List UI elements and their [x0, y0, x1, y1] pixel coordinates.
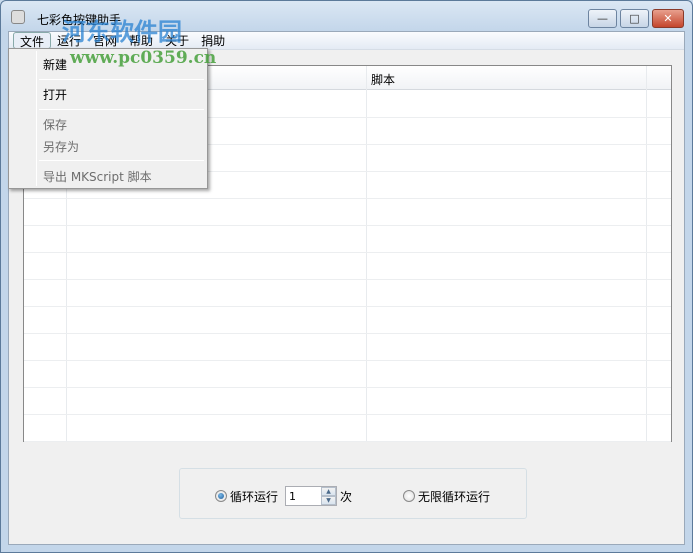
- table-row-divider: [24, 306, 671, 307]
- window-title: 七彩色按键助手: [37, 13, 122, 27]
- loop-count-stepper[interactable]: ▲ ▼: [285, 486, 337, 506]
- maximize-button[interactable]: □: [620, 9, 649, 28]
- menu-website[interactable]: 官网: [87, 32, 123, 49]
- menu-item-save-as[interactable]: 另存为: [43, 138, 79, 155]
- menu-about[interactable]: 关于: [159, 32, 195, 49]
- table-row-divider: [24, 333, 671, 334]
- spin-up-icon[interactable]: ▲: [321, 487, 336, 496]
- menu-run[interactable]: 运行: [51, 32, 87, 49]
- table-row-divider: [24, 387, 671, 388]
- table-row-divider: [24, 414, 671, 415]
- menu-item-open[interactable]: 打开: [43, 86, 67, 103]
- menu-file[interactable]: 文件: [13, 32, 52, 49]
- table-row-divider: [24, 279, 671, 280]
- column-header-script[interactable]: 脚本: [371, 71, 395, 88]
- table-row-divider: [24, 360, 671, 361]
- menu-help[interactable]: 帮助: [123, 32, 159, 49]
- file-menu-dropdown: 新建 打开 保存 另存为 导出 MKScript 脚本: [8, 48, 208, 189]
- table-row-divider: [24, 225, 671, 226]
- loop-radio[interactable]: [215, 490, 227, 502]
- infinite-loop-radio[interactable]: [403, 490, 415, 502]
- app-icon: [11, 10, 25, 24]
- spin-down-icon[interactable]: ▼: [321, 496, 336, 505]
- menu-item-export[interactable]: 导出 MKScript 脚本: [43, 168, 152, 185]
- times-label: 次: [340, 490, 353, 504]
- menu-item-save[interactable]: 保存: [43, 116, 67, 133]
- menu-item-new[interactable]: 新建: [43, 56, 67, 73]
- menu-donate[interactable]: 捐助: [195, 32, 231, 49]
- close-button[interactable]: ✕: [652, 9, 684, 28]
- infinite-loop-label: 无限循环运行: [418, 490, 491, 504]
- minimize-button[interactable]: —: [588, 9, 617, 28]
- loop-label: 循环运行: [230, 490, 279, 504]
- loop-options-group: 循环运行 ▲ ▼ 次 无限循环运行: [179, 468, 527, 519]
- table-row-divider: [24, 252, 671, 253]
- table-row-divider: [24, 441, 671, 442]
- loop-count-input[interactable]: [286, 487, 318, 505]
- table-row-divider: [24, 198, 671, 199]
